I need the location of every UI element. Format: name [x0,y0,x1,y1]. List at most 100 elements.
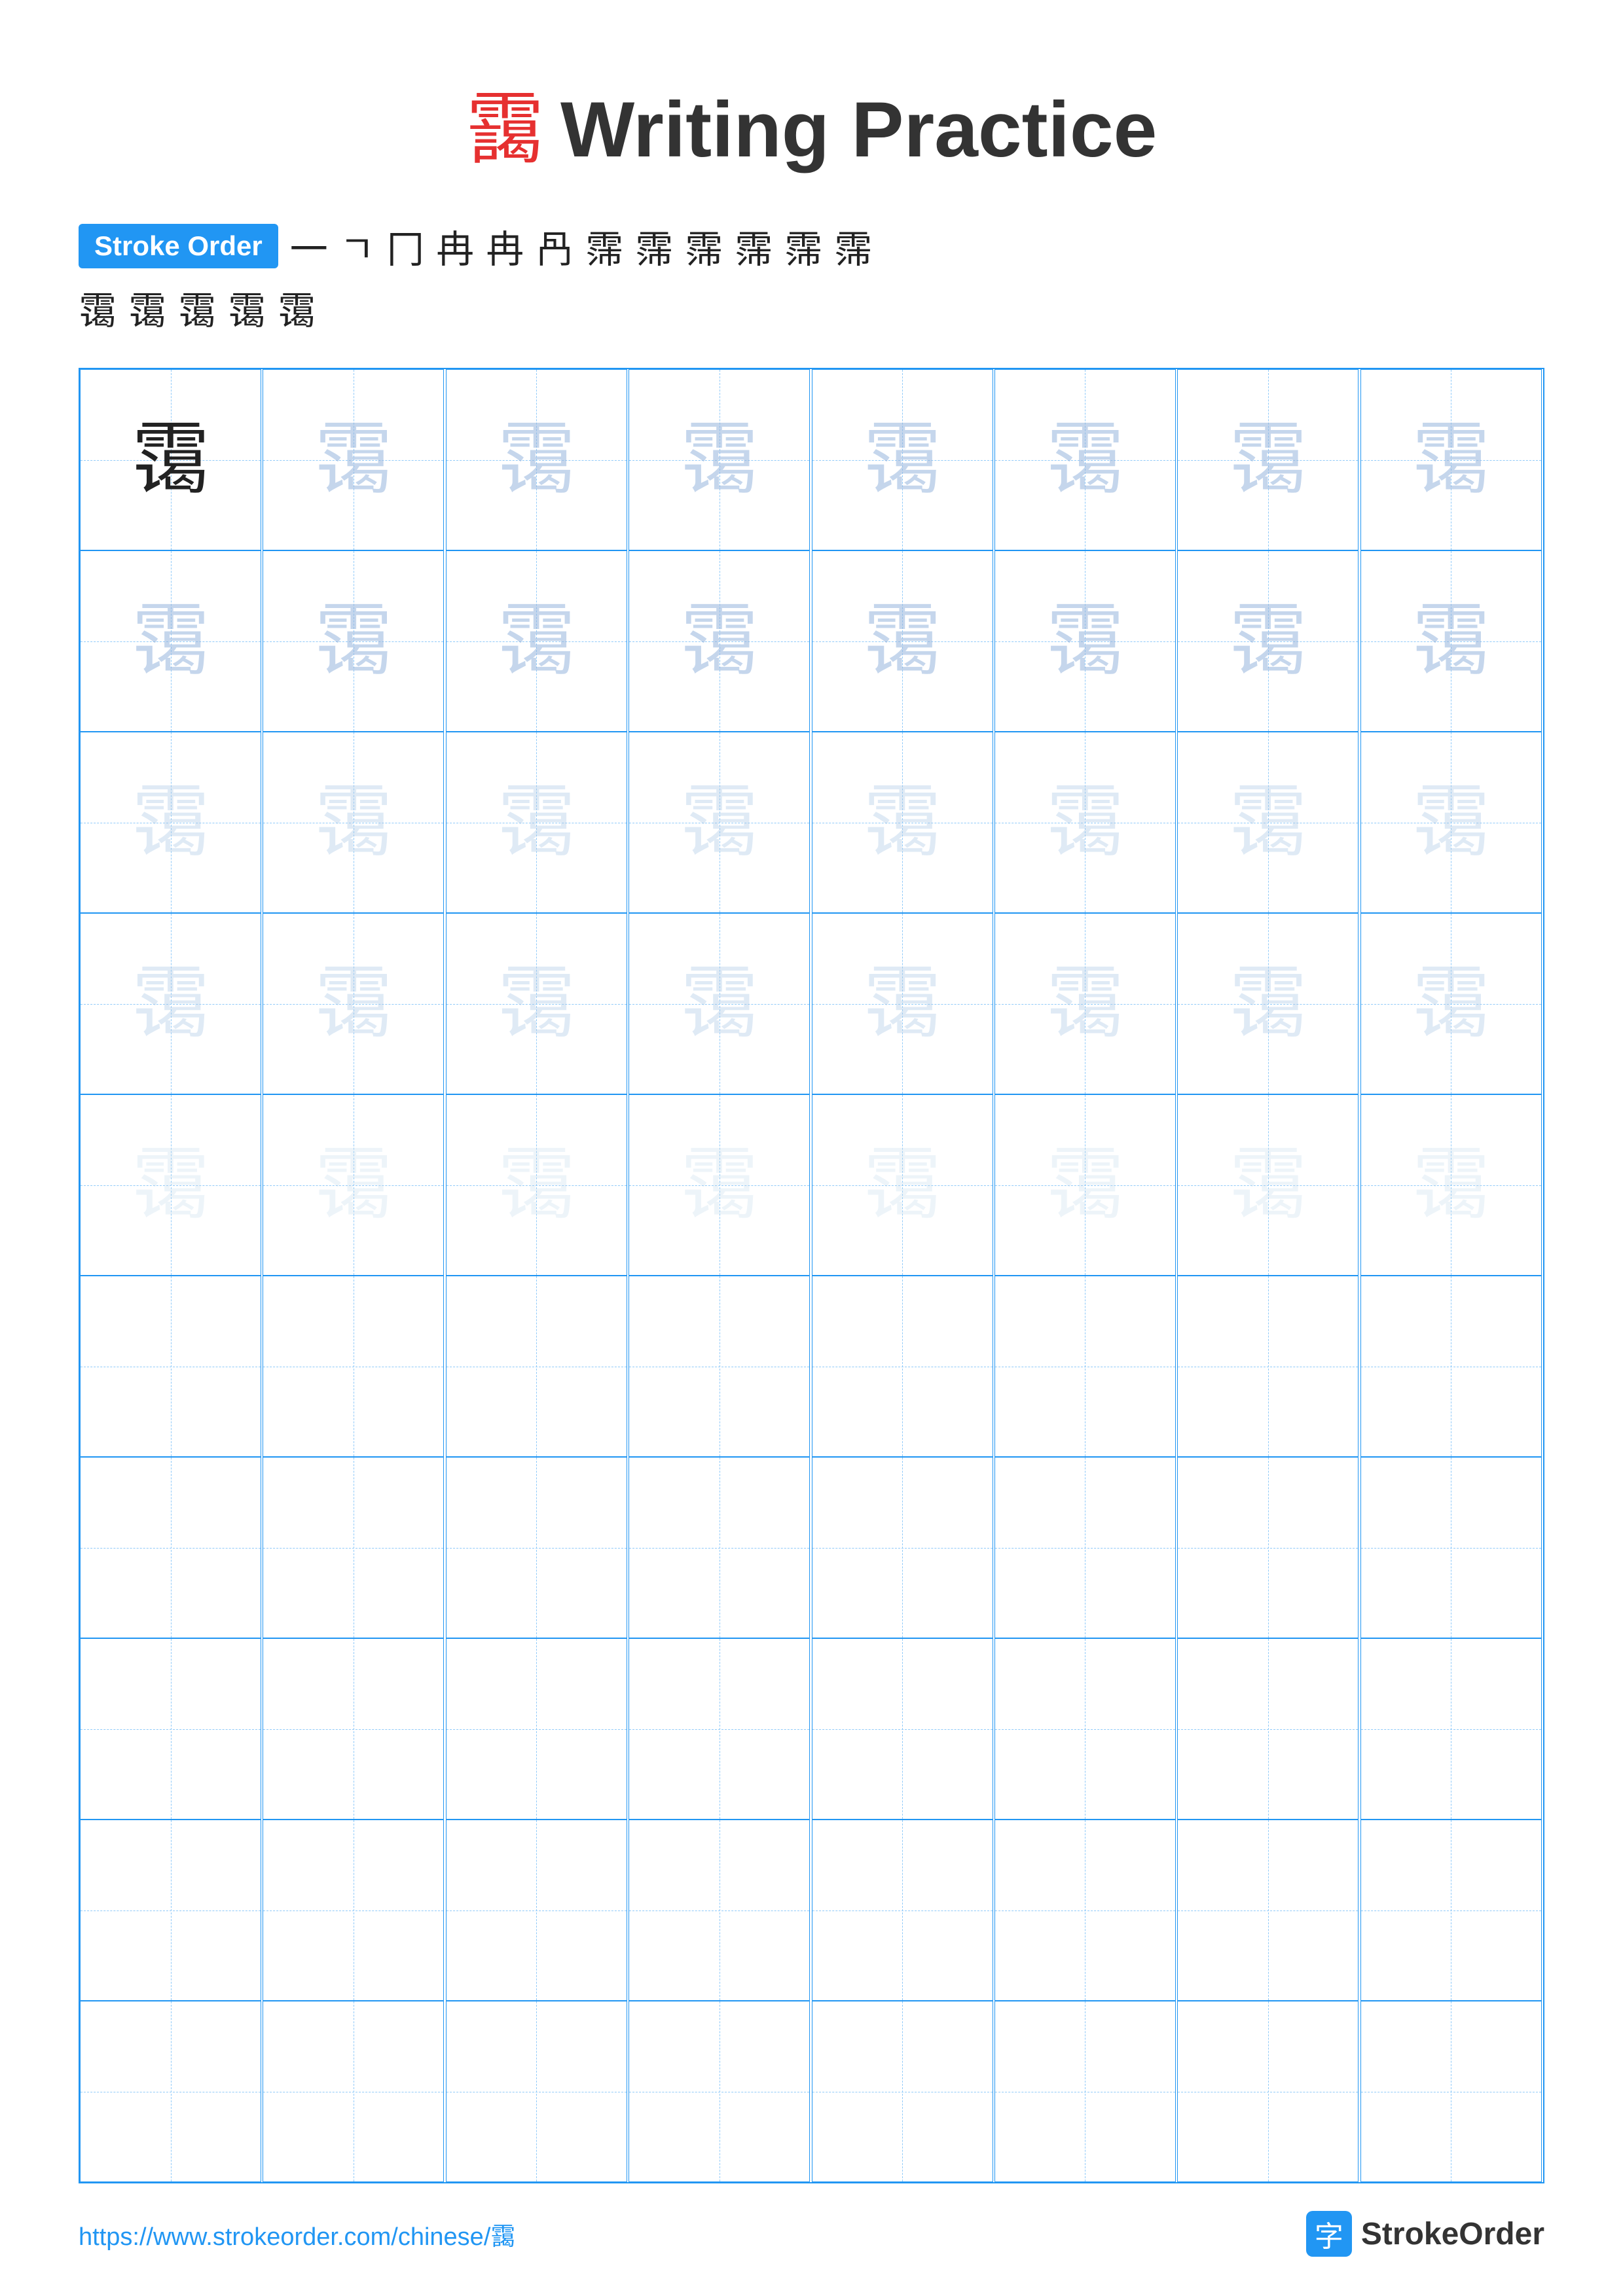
grid-cell [812,2001,993,2182]
brand-icon: 字 [1306,2211,1352,2257]
stroke-char-4: 冉 [436,219,474,274]
title-chinese-char: 靄 [466,86,545,173]
grid-cell-char: 霭 [314,1146,393,1225]
grid-cell-char: 霭 [1412,965,1490,1043]
grid-cell [1360,1457,1542,1638]
grid-cell [446,1457,627,1638]
grid-cell: 霭 [263,732,444,913]
grid-cell: 霭 [1177,913,1359,1094]
grid-cell-char: 霭 [680,1146,759,1225]
grid-cell [812,1276,993,1457]
grid-cell: 霭 [629,913,810,1094]
grid-cell [1360,1638,1542,1820]
grid-cell: 霭 [446,369,627,550]
grid-cell [263,1820,444,2001]
grid-cell-char: 霭 [314,783,393,862]
grid-cell-char: 霭 [132,421,210,499]
grid-cell [994,1276,1176,1457]
grid-cell: 霭 [812,1094,993,1276]
grid-cell [263,2001,444,2182]
grid-cell-char: 霭 [863,602,941,681]
grid-cell [1177,1820,1359,2001]
grid-cell: 霭 [263,369,444,550]
practice-grid: 霭霭霭霭霭霭霭霭霭霭霭霭霭霭霭霭霭霭霭霭霭霭霭霭霭霭霭霭霭霭霭霭霭霭霭霭霭霭霭霭 [79,368,1544,2183]
grid-cell-char: 霭 [497,421,575,499]
grid-cell: 霭 [1360,732,1542,913]
grid-cell: 霭 [446,913,627,1094]
stroke-char-8: 霈 [635,219,673,274]
grid-cell-char: 霭 [1046,783,1124,862]
stroke-char-6: 冎 [536,219,574,274]
grid-cell [1360,2001,1542,2182]
footer-url[interactable]: https://www.strokeorder.com/chinese/靄 [79,2216,515,2252]
grid-cell [1177,1638,1359,1820]
grid-cell [446,2001,627,2182]
grid-cell: 霭 [1177,732,1359,913]
title-area: 靄 Writing Practice [79,65,1544,179]
grid-cell-char: 霭 [1229,602,1307,681]
grid-cell: 霭 [629,369,810,550]
grid-cell: 霭 [80,550,261,732]
grid-cell-char: 霭 [1412,1146,1490,1225]
grid-cell-char: 霭 [314,965,393,1043]
grid-cell-char: 霭 [1046,1146,1124,1225]
grid-cell-char: 霭 [1046,965,1124,1043]
grid-cell: 霭 [1360,369,1542,550]
grid-cell [80,1820,261,2001]
footer-brand: 字 StrokeOrder [1306,2211,1544,2257]
stroke-char-7: 霈 [585,219,623,274]
grid-cell: 霭 [1177,550,1359,732]
grid-cell: 霭 [994,1094,1176,1276]
grid-cell-char: 霭 [1412,783,1490,862]
stroke-char-3: 冂 [386,219,424,274]
stroke-char-2: ㄱ [340,219,374,274]
grid-cell: 霭 [629,1094,810,1276]
footer: https://www.strokeorder.com/chinese/靄 字 … [79,2211,1544,2257]
grid-cell: 霭 [1177,369,1359,550]
stroke-char-9: 霈 [685,219,723,274]
stroke-char-16: 霭 [228,280,266,335]
grid-cell-char: 霭 [132,783,210,862]
stroke-char-11: 霈 [784,219,822,274]
grid-cell: 霭 [994,913,1176,1094]
grid-cell-char: 霭 [863,965,941,1043]
grid-cell-char: 霭 [680,783,759,862]
grid-cell [994,1820,1176,2001]
grid-cell [812,1820,993,2001]
grid-cell: 霭 [80,913,261,1094]
grid-cell-char: 霭 [1412,421,1490,499]
grid-cell: 霭 [629,732,810,913]
grid-cell [1177,1457,1359,1638]
stroke-char-12: 霈 [834,219,872,274]
grid-cell [812,1638,993,1820]
grid-cell: 霭 [446,1094,627,1276]
page-title: Writing Practice [560,86,1157,173]
grid-cell-char: 霭 [863,1146,941,1225]
grid-cell: 霭 [994,550,1176,732]
brand-name: StrokeOrder [1361,2216,1544,2252]
grid-cell: 霭 [80,369,261,550]
grid-cell-char: 霭 [497,783,575,862]
grid-cell-char: 霭 [314,421,393,499]
grid-cell-char: 霭 [1229,1146,1307,1225]
grid-cell: 霭 [80,732,261,913]
grid-cell-char: 霭 [497,1146,575,1225]
grid-cell [629,1638,810,1820]
grid-cell: 霭 [812,550,993,732]
grid-cell: 霭 [1360,550,1542,732]
grid-cell-char: 霭 [1046,602,1124,681]
stroke-char-13: 霭 [79,280,117,335]
grid-cell-char: 霭 [680,602,759,681]
grid-cell: 霭 [1360,1094,1542,1276]
grid-cell-char: 霭 [497,602,575,681]
grid-cell [629,2001,810,2182]
grid-cell: 霭 [263,550,444,732]
grid-cell [80,1638,261,1820]
stroke-char-10: 霈 [735,219,773,274]
grid-cell-char: 霭 [680,965,759,1043]
stroke-order-badge: Stroke Order [79,224,278,268]
grid-cell [80,1276,261,1457]
grid-cell [629,1820,810,2001]
grid-cell: 霭 [1177,1094,1359,1276]
grid-cell-char: 霭 [132,1146,210,1225]
